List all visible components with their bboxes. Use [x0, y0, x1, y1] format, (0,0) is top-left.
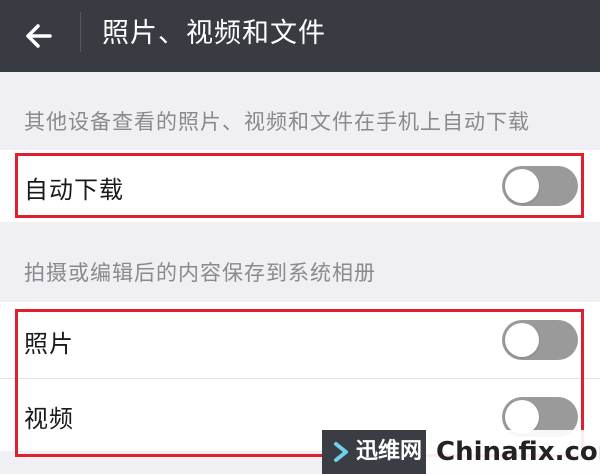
watermark-brand-en: Chinafix.com [436, 437, 600, 467]
watermark-badge: 迅维网 [322, 430, 426, 474]
watermark: 迅维网 Chinafix.com [322, 430, 600, 474]
toggle-knob [505, 169, 539, 203]
auto-download-row[interactable]: 自动下载 [0, 150, 600, 222]
page-title: 照片、视频和文件 [102, 18, 326, 49]
back-button[interactable] [18, 14, 62, 58]
toggle-knob [505, 323, 539, 357]
photos-label: 照片 [24, 330, 74, 358]
arrow-left-icon [26, 24, 52, 48]
chevron-right-icon [334, 442, 348, 462]
auto-download-toggle[interactable] [502, 166, 578, 206]
watermark-brand-cn: 迅维网 [356, 439, 423, 464]
toggle-knob [505, 400, 539, 434]
auto-download-section-header: 其他设备查看的照片、视频和文件在手机上自动下载 [24, 110, 530, 134]
photos-toggle[interactable] [502, 320, 578, 360]
auto-download-label: 自动下载 [24, 176, 124, 204]
app-bar: 照片、视频和文件 [0, 0, 600, 72]
photos-row[interactable]: 照片 [0, 302, 600, 378]
save-section-header: 拍摄或编辑后的内容保存到系统相册 [24, 261, 376, 285]
videos-label: 视频 [24, 405, 74, 433]
app-bar-divider [80, 12, 81, 52]
